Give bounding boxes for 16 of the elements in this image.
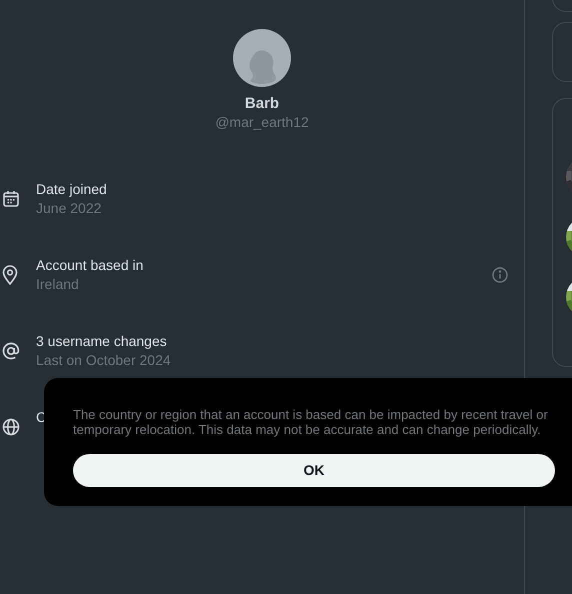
detail-value: Ireland (36, 275, 80, 294)
globe-icon (2, 418, 20, 436)
dialog-message: The country or region that an account is based can be impacted by recent travel or temporary relocation. This data may not be accurate and can change periodically. (73, 407, 549, 437)
at-sign-icon (2, 342, 20, 360)
detail-value: June 2022 (36, 199, 102, 218)
detail-title: Date joined (36, 180, 108, 199)
avatar-icon (233, 29, 291, 87)
ok-button[interactable]: OK (73, 454, 555, 487)
info-icon[interactable] (492, 267, 508, 283)
location-pin-icon (2, 265, 18, 285)
detail-value: Last on October 2024 (36, 351, 172, 370)
calendar-icon (2, 190, 20, 208)
profile-name: Barb (244, 94, 280, 113)
detail-title: 3 username changes (36, 332, 168, 351)
detail-title: Account based in (36, 256, 144, 275)
profile-handle: @mar_earth12 (215, 113, 309, 132)
